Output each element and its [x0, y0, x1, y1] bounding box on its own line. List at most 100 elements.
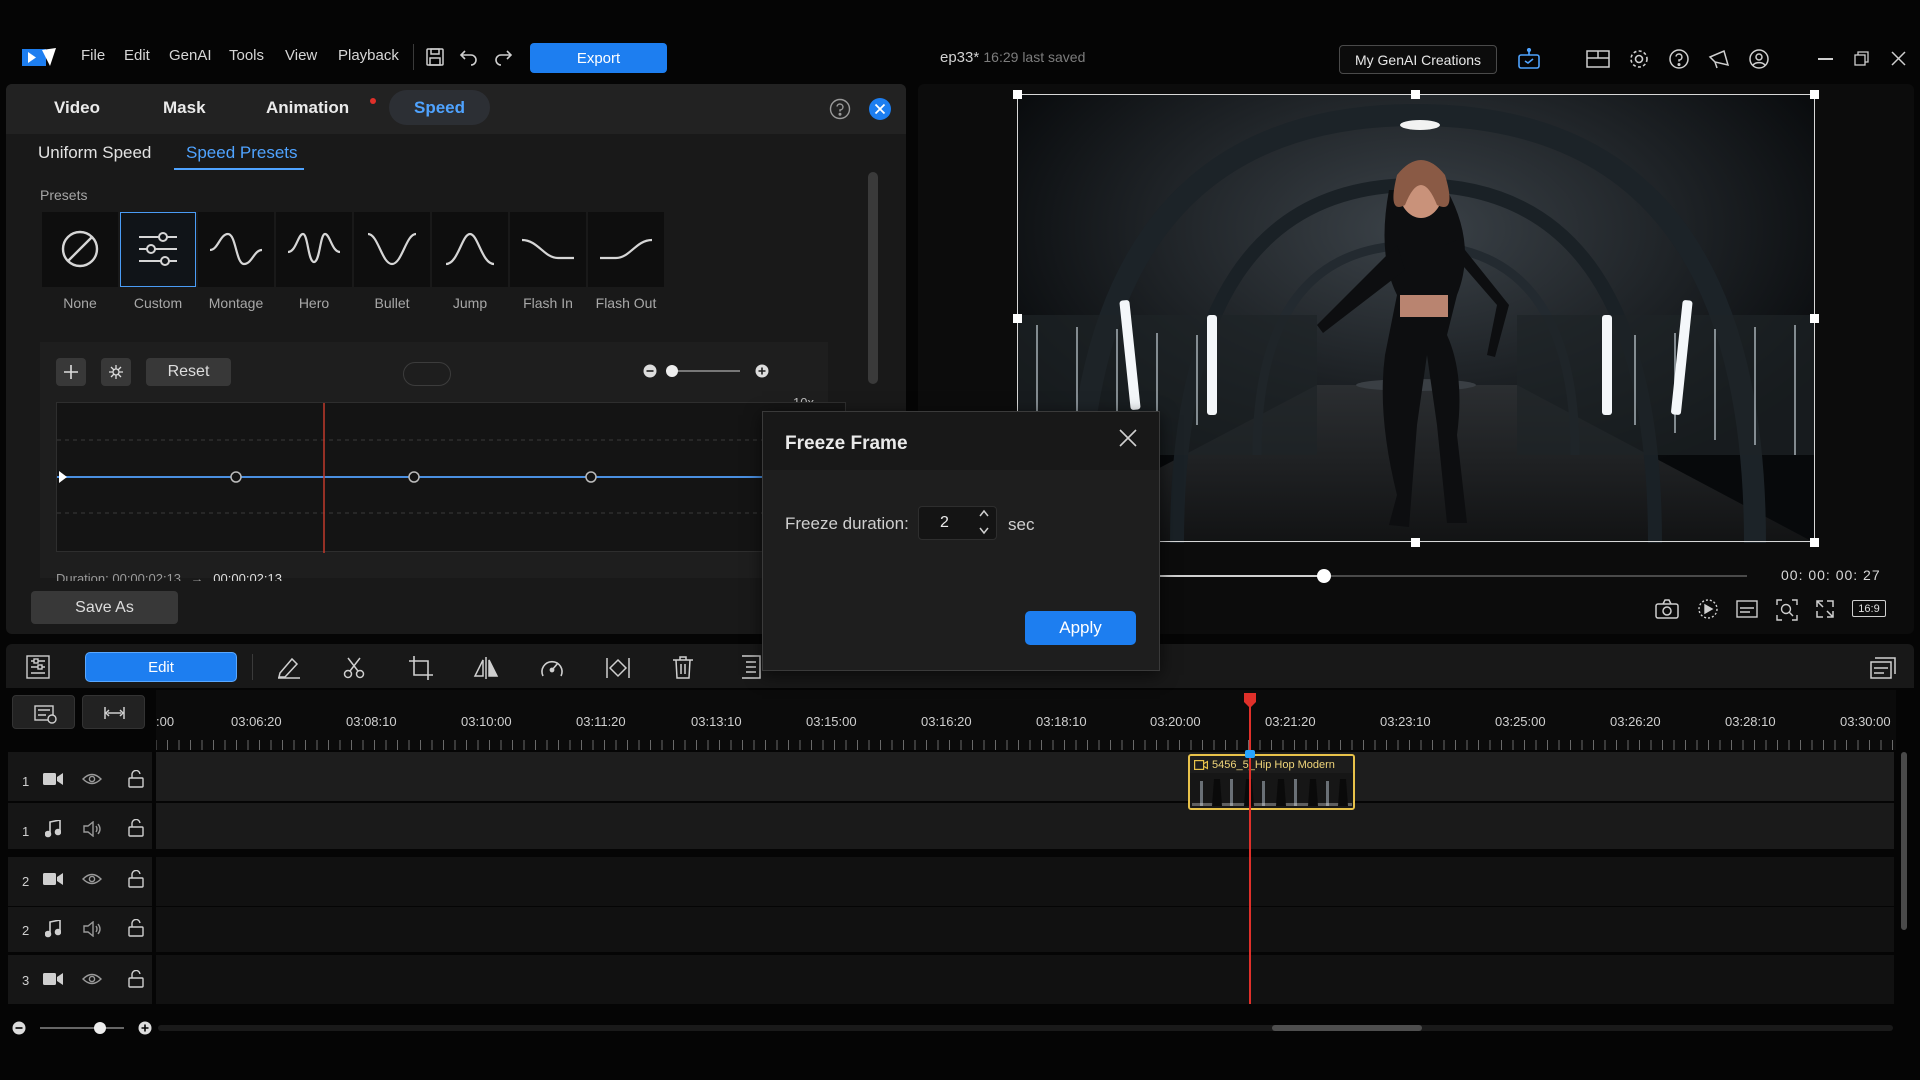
- curve-zoom-handle[interactable]: [666, 365, 678, 377]
- stepper-down-icon[interactable]: [978, 527, 990, 535]
- resize-handle[interactable]: [1411, 538, 1420, 547]
- keyframe-icon[interactable]: [604, 655, 632, 681]
- freeze-marker[interactable]: [1245, 750, 1255, 758]
- tab-video[interactable]: Video: [54, 98, 100, 118]
- playback-handle[interactable]: [1316, 569, 1331, 583]
- panel-scrollbar[interactable]: [868, 172, 878, 384]
- resize-handle[interactable]: [1810, 90, 1819, 99]
- timeline-vertical-scrollbar[interactable]: [1901, 752, 1907, 930]
- panel-close-icon[interactable]: [868, 97, 892, 121]
- track-audio-1[interactable]: [156, 803, 1894, 849]
- resize-handle[interactable]: [1810, 538, 1819, 547]
- timeline-zoom-in-icon[interactable]: [138, 1021, 152, 1035]
- snapshot-camera-icon[interactable]: [1655, 599, 1679, 619]
- timeline-zoom-slider[interactable]: [40, 1027, 124, 1029]
- playhead-line[interactable]: [1249, 704, 1251, 1004]
- zoom-preview-icon[interactable]: [1776, 599, 1798, 621]
- subtitle-icon[interactable]: [1736, 600, 1758, 618]
- speed-toggle[interactable]: [403, 362, 451, 386]
- fit-timeline-button[interactable]: [82, 695, 145, 729]
- track-audio-2[interactable]: [156, 907, 1894, 952]
- account-icon[interactable]: [1748, 48, 1770, 70]
- timeline-zoom-handle[interactable]: [94, 1022, 106, 1034]
- save-as-button[interactable]: Save As: [31, 591, 178, 624]
- resize-handle[interactable]: [1411, 90, 1420, 99]
- aspect-ratio-button[interactable]: 16:9: [1852, 600, 1886, 617]
- preset-flash-out[interactable]: [588, 212, 664, 287]
- reset-button[interactable]: Reset: [146, 358, 231, 386]
- ai-assistant-icon[interactable]: [1517, 48, 1541, 70]
- preset-montage[interactable]: [198, 212, 274, 287]
- lock-icon[interactable]: [128, 770, 144, 788]
- settings-gear-icon[interactable]: [1628, 48, 1650, 70]
- track-video-3[interactable]: [156, 955, 1894, 1004]
- add-keyframe-button[interactable]: [56, 358, 86, 386]
- zoom-out-icon[interactable]: [643, 364, 657, 378]
- preset-jump[interactable]: [432, 212, 508, 287]
- edit-button[interactable]: Edit: [85, 652, 237, 682]
- visibility-eye-icon[interactable]: [82, 872, 102, 886]
- preset-bullet[interactable]: [354, 212, 430, 287]
- tab-mask[interactable]: Mask: [163, 98, 206, 118]
- visibility-eye-icon[interactable]: [82, 972, 102, 986]
- pen-tool-icon[interactable]: [276, 655, 302, 679]
- volume-speaker-icon[interactable]: [83, 821, 103, 837]
- subtab-speed-presets[interactable]: Speed Presets: [186, 143, 298, 163]
- lock-icon[interactable]: [128, 870, 144, 888]
- panel-help-icon[interactable]: [829, 98, 851, 120]
- zoom-in-icon[interactable]: [755, 364, 769, 378]
- close-window-icon[interactable]: [1891, 51, 1906, 66]
- curve-zoom-slider[interactable]: [668, 370, 740, 372]
- help-icon[interactable]: [1668, 48, 1690, 70]
- playhead-marker[interactable]: [1243, 693, 1257, 709]
- menu-view[interactable]: View: [285, 47, 317, 64]
- fullscreen-icon[interactable]: [1815, 599, 1835, 619]
- restore-icon[interactable]: [1854, 51, 1869, 66]
- menu-tools[interactable]: Tools: [229, 47, 264, 64]
- tab-speed[interactable]: Speed: [389, 90, 490, 125]
- timeline-zoom-out-icon[interactable]: [12, 1021, 26, 1035]
- visibility-eye-icon[interactable]: [82, 772, 102, 786]
- lock-icon[interactable]: [128, 970, 144, 988]
- more-tools-icon[interactable]: [738, 655, 762, 679]
- preset-flash-in[interactable]: [510, 212, 586, 287]
- speed-gauge-icon[interactable]: [539, 656, 565, 680]
- menu-genai[interactable]: GenAI: [169, 47, 212, 64]
- menu-file[interactable]: File: [81, 47, 105, 64]
- dialog-close-icon[interactable]: [1118, 428, 1138, 448]
- undo-icon[interactable]: [459, 48, 479, 66]
- menu-playback[interactable]: Playback: [338, 47, 399, 64]
- minimize-icon[interactable]: [1818, 58, 1833, 60]
- save-icon[interactable]: [425, 47, 445, 67]
- volume-speaker-icon[interactable]: [83, 921, 103, 937]
- menu-edit[interactable]: Edit: [124, 47, 150, 64]
- split-scissors-icon[interactable]: [342, 656, 366, 680]
- genai-creations-button[interactable]: My GenAI Creations: [1339, 45, 1497, 74]
- apply-button[interactable]: Apply: [1025, 611, 1136, 645]
- resize-handle[interactable]: [1013, 90, 1022, 99]
- timeline-scroll-thumb[interactable]: [1272, 1025, 1422, 1031]
- resize-handle[interactable]: [1810, 314, 1819, 323]
- track-settings-button[interactable]: [12, 695, 75, 729]
- preset-hero[interactable]: [276, 212, 352, 287]
- timeline-horizontal-scrollbar[interactable]: [158, 1025, 1893, 1031]
- speed-curve-graph[interactable]: [56, 402, 847, 553]
- tab-animation[interactable]: Animation: [266, 98, 349, 118]
- timeline-view-icon[interactable]: [1870, 656, 1896, 680]
- lock-icon[interactable]: [128, 819, 144, 837]
- export-button[interactable]: Export: [530, 43, 667, 73]
- preset-custom[interactable]: [120, 212, 196, 287]
- track-video-2[interactable]: [156, 857, 1894, 906]
- freeze-frame-icon[interactable]: [101, 358, 131, 386]
- resize-handle[interactable]: [1013, 314, 1022, 323]
- preview-quality-icon[interactable]: [1696, 598, 1720, 620]
- lock-icon[interactable]: [128, 919, 144, 937]
- stepper-up-icon[interactable]: [978, 509, 990, 517]
- notification-icon[interactable]: [1707, 47, 1731, 71]
- track-video-1[interactable]: [156, 752, 1894, 801]
- flip-icon[interactable]: [473, 656, 499, 680]
- redo-icon[interactable]: [493, 48, 513, 66]
- delete-trash-icon[interactable]: [672, 655, 694, 679]
- crop-icon[interactable]: [408, 655, 434, 681]
- video-clip[interactable]: 5456_5_Hip Hop Modern: [1188, 754, 1355, 810]
